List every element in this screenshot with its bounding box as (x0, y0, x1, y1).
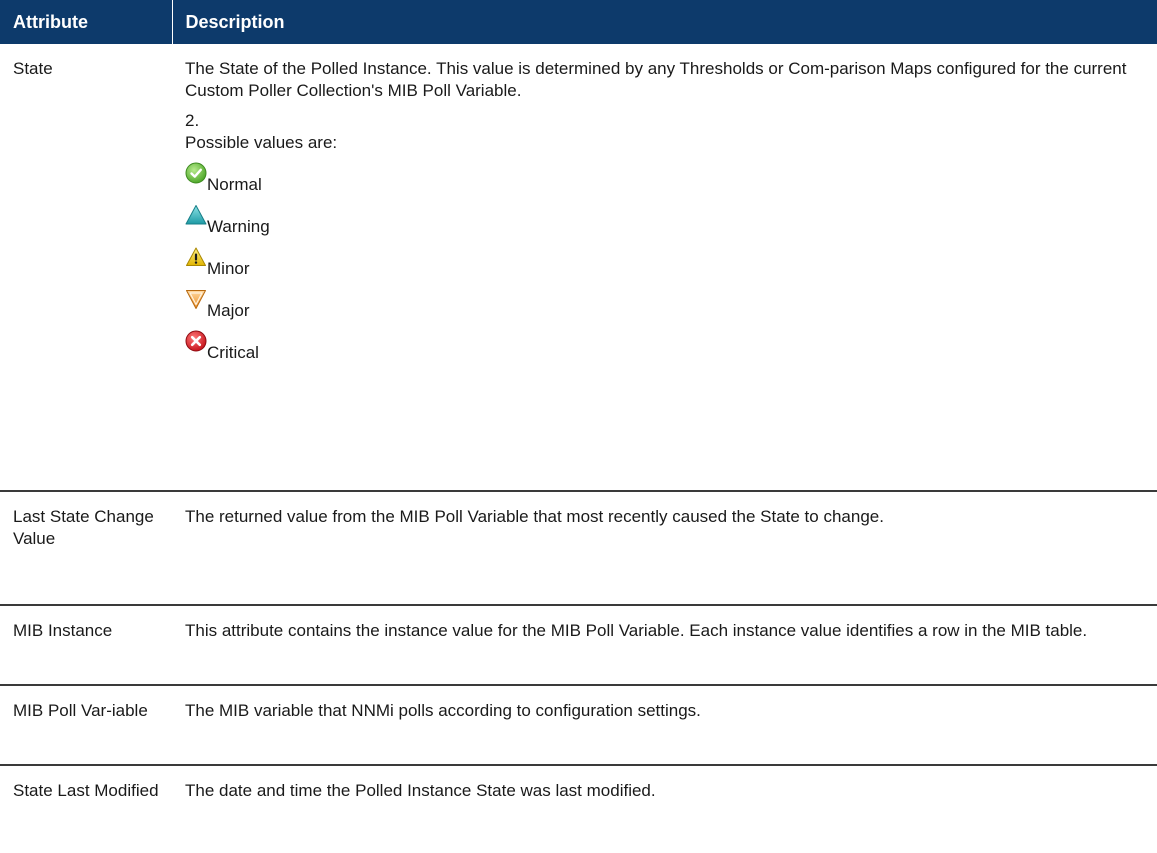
table-row-mib-poll-variable: MIB Poll Var-iable The MIB variable that… (0, 685, 1157, 766)
value-major: Major (185, 290, 1147, 322)
value-critical: Critical (185, 330, 1147, 364)
normal-check-icon (185, 162, 207, 184)
critical-x-icon (185, 330, 207, 352)
value-minor: Minor (185, 247, 1147, 280)
description-text: The State of the Polled Instance. This v… (185, 59, 1127, 100)
attribute-table: Attribute Description State The State of… (0, 0, 1157, 851)
values-intro: Possible values are: (185, 133, 338, 152)
attribute-description: The date and time the Polled Instance St… (185, 781, 656, 800)
minor-exclamation-icon (186, 247, 206, 266)
value-warning: Warning (185, 205, 1147, 238)
header-description: Description (171, 0, 1157, 44)
note-number: 2. (185, 111, 200, 130)
warning-triangle-icon (185, 205, 207, 225)
header-attribute: Attribute (0, 0, 172, 44)
value-normal: Normal (185, 162, 1147, 196)
value-label: Warning (207, 217, 270, 236)
value-label: Major (207, 301, 250, 320)
attribute-description: The returned value from the MIB Poll Var… (172, 491, 1157, 606)
attribute-name: Last State Change Value (0, 491, 172, 606)
table-row-state: State The State of the Polled Instance. … (0, 44, 1157, 492)
attribute-name: MIB Instance (0, 605, 172, 686)
table-row-mib-instance: MIB Instance This attribute contains the… (0, 605, 1157, 686)
value-label: Minor (207, 259, 250, 278)
table-row-last-state-change-value: Last State Change Value The returned val… (0, 491, 1157, 606)
attribute-name: State Last Modified (13, 781, 159, 800)
attribute-name: State (0, 44, 172, 492)
attribute-description: The MIB variable that NNMi polls accordi… (172, 685, 1157, 766)
table-header-row: Attribute Description (0, 0, 1157, 44)
value-label: Normal (207, 175, 262, 194)
attribute-name: MIB Poll Var-iable (0, 685, 172, 766)
table-row-state-last-modified: State Last Modified The date and time th… (0, 765, 1157, 851)
value-label: Critical (207, 343, 259, 362)
attribute-description: The State of the Polled Instance. This v… (172, 44, 1157, 492)
attribute-description: This attribute contains the instance val… (172, 605, 1157, 686)
major-down-triangle-icon (186, 290, 206, 309)
